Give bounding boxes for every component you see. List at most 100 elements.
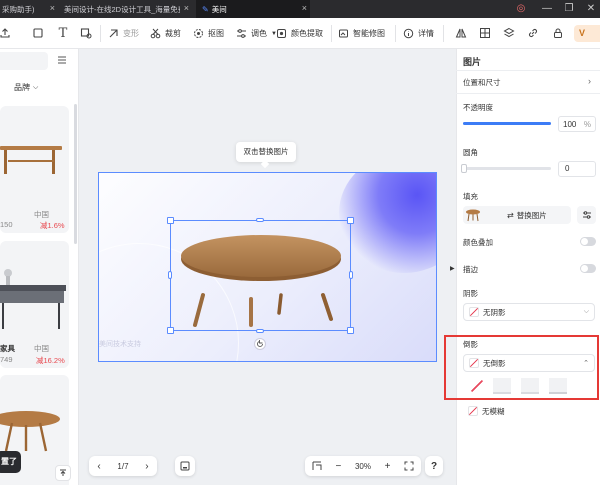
resize-handle[interactable]: [349, 271, 353, 279]
feedback-tag[interactable]: 置了: [0, 451, 21, 473]
fill-settings-icon[interactable]: [577, 206, 596, 224]
fill-label: 填充: [463, 192, 478, 201]
panel-scrollbar[interactable]: [74, 104, 77, 244]
resize-handle[interactable]: [256, 218, 264, 222]
transform-button[interactable]: 变形: [108, 25, 139, 42]
resize-handle[interactable]: [347, 327, 354, 334]
help-button[interactable]: ?: [425, 456, 443, 476]
tab-procurement[interactable]: 采购助手) ×: [0, 0, 58, 18]
preview-icon: [180, 461, 190, 471]
replace-image-button[interactable]: ⇄ 替换图片: [507, 210, 547, 221]
adjust-label: 调色: [251, 29, 267, 38]
color-extract-button[interactable]: 颜色提取: [276, 25, 323, 42]
window-close-icon[interactable]: ✕: [584, 2, 598, 16]
zoom-in-icon[interactable]: +: [385, 461, 391, 472]
crop-label: 裁剪: [165, 29, 181, 38]
divider: [456, 70, 600, 71]
minimize-icon[interactable]: —: [540, 2, 554, 16]
expand-caret-icon[interactable]: ▶: [450, 265, 455, 272]
list-view-icon[interactable]: [56, 54, 70, 68]
vip-badge[interactable]: V: [574, 25, 600, 42]
shape-icon[interactable]: [29, 24, 47, 42]
chevron-down-icon: ⌵: [583, 308, 589, 315]
back-to-top-icon[interactable]: [55, 465, 71, 481]
resize-handle[interactable]: [347, 217, 354, 224]
brand-filter[interactable]: 品牌 ⌵: [14, 82, 38, 93]
fullscreen-icon[interactable]: [404, 461, 414, 471]
next-page-icon[interactable]: ›: [145, 461, 148, 472]
search-input[interactable]: [0, 52, 48, 70]
panel-title: 图片: [463, 57, 482, 67]
close-icon[interactable]: ×: [184, 3, 189, 13]
chevron-right-icon[interactable]: ›: [588, 76, 591, 86]
info-button[interactable]: 详情: [403, 25, 434, 42]
close-icon[interactable]: ×: [50, 3, 55, 13]
fill-image-row: ⇄ 替换图片: [463, 206, 571, 224]
layers-icon[interactable]: [500, 24, 518, 42]
resize-handle[interactable]: [167, 327, 174, 334]
opacity-slider[interactable]: [463, 122, 551, 125]
preview-button[interactable]: [175, 456, 195, 476]
adjust-button[interactable]: 调色 ▼: [236, 25, 277, 42]
info-icon: [403, 28, 414, 39]
opacity-input[interactable]: 100 %: [558, 116, 596, 132]
smart-retouch-button[interactable]: 智能修图: [338, 25, 385, 42]
slider-thumb[interactable]: [461, 164, 467, 173]
toolbar-divider: [443, 25, 444, 42]
shadow-select[interactable]: 无阴影 ⌵: [463, 303, 595, 321]
product-card[interactable]: 中国 150 减1.6%: [0, 106, 69, 233]
product-name: 家具: [0, 344, 15, 353]
highlight-box: [444, 335, 599, 400]
text-icon[interactable]: T: [54, 24, 72, 42]
upload-icon[interactable]: [0, 24, 14, 42]
tab-meijian-design[interactable]: 美间设计-在线2D设计工具_海量免费 ×: [60, 0, 192, 18]
resize-handle[interactable]: [168, 271, 172, 279]
replace-image-label: 替换图片: [516, 211, 547, 220]
smart-retouch-icon: [338, 28, 349, 39]
tooltip-text: 双击替换图片: [243, 147, 289, 156]
material-icon[interactable]: [77, 24, 95, 42]
zoom-out-icon[interactable]: −: [335, 461, 341, 472]
close-icon[interactable]: ×: [302, 3, 307, 13]
restore-icon[interactable]: ❐: [562, 2, 576, 16]
position-size-label[interactable]: 位置和尺寸: [463, 77, 501, 88]
fill-thumbnail: [465, 208, 481, 222]
tab-meijian[interactable]: ✎ 美间 ×: [196, 0, 310, 18]
zoom-level: 30%: [354, 461, 371, 471]
shadow-label: 阴影: [463, 289, 478, 298]
prev-page-icon[interactable]: ‹: [97, 461, 100, 472]
opacity-value: 100: [563, 119, 577, 129]
blur-value: 无模糊: [482, 406, 505, 416]
color-overlay-toggle[interactable]: [580, 237, 596, 246]
transform-icon: [108, 28, 119, 39]
blur-select[interactable]: 无模糊: [463, 402, 595, 420]
fit-screen-icon[interactable]: [312, 461, 322, 471]
chevron-down-icon: ⌵: [33, 83, 39, 91]
cutout-icon: [193, 28, 204, 39]
corner-radius-input[interactable]: 0: [558, 161, 596, 177]
transform-label: 变形: [123, 29, 139, 38]
dining-table-image: [0, 136, 66, 180]
lock-icon[interactable]: [549, 24, 567, 42]
toolbar-divider: [100, 25, 101, 42]
cutout-button[interactable]: 抠图: [193, 25, 224, 42]
link-icon[interactable]: [524, 24, 542, 42]
rotate-icon[interactable]: [254, 338, 266, 350]
opacity-unit: %: [583, 119, 591, 129]
corner-radius-label: 圆角: [463, 148, 478, 157]
crop-button[interactable]: 裁剪: [150, 25, 181, 42]
brand-filter-label: 品牌: [14, 83, 30, 92]
resize-handle[interactable]: [167, 217, 174, 224]
opacity-slider-fill: [463, 122, 551, 125]
pen-icon: ✎: [202, 4, 209, 14]
grid-icon[interactable]: [476, 24, 494, 42]
adjust-icon: [236, 28, 247, 39]
stroke-toggle[interactable]: [580, 264, 596, 273]
product-card[interactable]: 家具 中国 749 减16.2%: [0, 241, 69, 368]
extension-icon[interactable]: ◎: [514, 2, 528, 16]
resize-handle[interactable]: [256, 329, 264, 333]
flip-icon[interactable]: [452, 24, 470, 42]
color-extract-label: 颜色提取: [291, 29, 323, 38]
corner-radius-slider[interactable]: [461, 164, 551, 173]
vip-label: V: [579, 28, 586, 38]
